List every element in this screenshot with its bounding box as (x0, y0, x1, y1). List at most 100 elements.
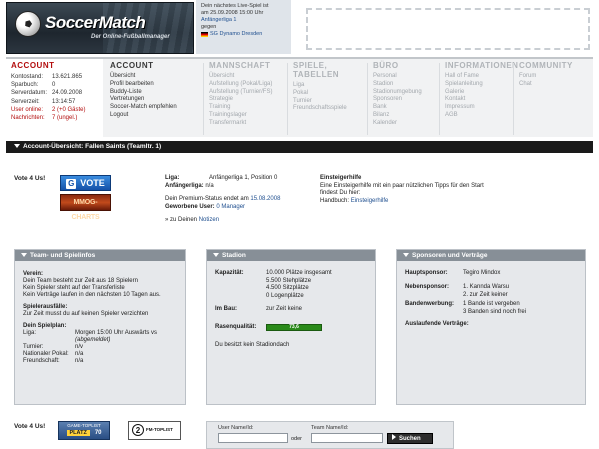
account-status-panel: ACCOUNT Kontostand: 13.621.865 Sparbuch: 0… (6, 59, 103, 137)
sponsor-header: Sponsoren und Verträge (397, 250, 585, 261)
live-league-link[interactable]: Anfängerliga 1 (201, 17, 286, 24)
nav-item-impressum[interactable]: Impressum (445, 104, 509, 112)
bandenwerbung-row: Bandenwerbung: 1 Bande ist vergeben 3 Band… (405, 301, 527, 316)
nav-informationen-title: INFORMATIONEN (445, 61, 519, 70)
geworbene-user-link[interactable]: 0 Manager (216, 204, 245, 210)
gvote-button[interactable]: G VOTE (60, 175, 111, 191)
nebensponsor-row: Nebensponsor: 1. Kannda Warsu 2. zur Zeit … (405, 283, 510, 298)
users-online-link[interactable]: User online: 2 (+0 Gäste) (11, 106, 98, 114)
oder-label: oder (291, 436, 303, 442)
nav-item-strategie[interactable]: Strategie (209, 96, 284, 104)
live-against: gegen (201, 24, 217, 30)
nav-item-kalender[interactable]: Kalender (373, 120, 435, 128)
nav-item-bilanz[interactable]: Bilanz (373, 112, 435, 120)
notizen-link[interactable]: Notizen (199, 217, 219, 223)
messages-link[interactable]: Nachrichten: 7 (ungel.) (11, 114, 98, 122)
server-time-row: Serverzeit: 13:14:57 (11, 98, 76, 105)
rasenqualitaet-row: Rasenqualität: 73,6 (215, 323, 367, 332)
hauptsponsor-row: Hauptsponsor: Tegiro Mindox (405, 270, 501, 276)
einsteigerhilfe-text1: Eine Einsteigerhilfe mit ein paar nützli… (320, 182, 484, 189)
nav-item-transfermarkt[interactable]: Transfermarkt (209, 120, 284, 128)
fm-toplist-button[interactable]: 2 FM-TOPLIST (128, 421, 181, 440)
vote-label-bottom: Vote 4 Us! (14, 423, 46, 430)
sponsor-box: Sponsoren und Verträge Hauptsponsor: Tegi… (396, 249, 586, 405)
triangle-down-icon (14, 144, 20, 148)
rasenqualitaet-bar: 73,6 (266, 323, 322, 331)
live-opponent-link[interactable]: SG Dynamo Dresden (201, 31, 286, 38)
nav-account-title: ACCOUNT (110, 61, 154, 70)
im-bau-row: Im Bau: zur Zeit keine (215, 306, 303, 313)
triangle-down-icon (21, 253, 27, 257)
team-name-label: Team Name/Id: (311, 425, 349, 431)
live-line2: am 25.09.2008 15:00 Uhr (201, 10, 264, 16)
ad-banner-placeholder (306, 8, 590, 50)
spielplan-row-liga: Liga: Morgen 15:00 Uhr Auswärts vs (abgeme… (23, 330, 158, 343)
g-logo-icon: G (66, 179, 77, 189)
kapazitaet-row: Kapazität: 10.000 Plätze insgesamt 5.500 S… (215, 270, 332, 299)
stadiondach-text: Du besitzt kein Stadiondach (215, 341, 290, 348)
account-status-title: ACCOUNT (11, 61, 55, 70)
page-title-bar: Account-Übersicht: Fallen Saints (Teamlt… (6, 141, 593, 153)
mmog-charts-button[interactable]: MMOG-CHARTS (60, 194, 111, 221)
game-toplist-button[interactable]: GAME-TOPLIST PLATZ 70 (58, 421, 110, 440)
germany-flag-icon (201, 32, 208, 37)
notizen-row: » zu Deinen Notizen (165, 217, 220, 223)
stadion-box: Stadion Kapazität: 10.000 Plätze insgesam… (206, 249, 376, 405)
overview-info: Liga: Anfängerliga 1, Position 0 Anfänger… (165, 175, 280, 225)
nav-item-personal[interactable]: Personal (373, 73, 435, 81)
nav-item-stadion[interactable]: Stadion (373, 81, 435, 89)
savings-row: Sparbuch: 0 (11, 82, 56, 89)
anfaengerliga-row: Anfängerliga: n/a (165, 182, 214, 189)
search-button[interactable]: Suchen (387, 433, 433, 444)
nav-item-aufstellung-turnier[interactable]: Aufstellung (Turnier/FS) (209, 89, 284, 97)
nav-item-stadionumgebung[interactable]: Stadionumgebung (373, 89, 435, 97)
nav-item-uebersicht[interactable]: Übersicht (110, 73, 197, 81)
nav-item-forum[interactable]: Forum (519, 73, 587, 81)
nav-account-menu: ACCOUNT Übersicht Profil bearbeiten Budd… (105, 59, 202, 137)
premium-date-link[interactable]: 15.08.2008 (250, 196, 280, 202)
logo-brand: SoccerMatch (45, 13, 146, 32)
soccermatch-logo[interactable]: SoccerMatch Der Online-Fußballmanager (6, 2, 194, 54)
main-content: Vote 4 Us! G VOTE MMOG-CHARTS Liga: Anfäng… (6, 153, 593, 449)
liga-row: Liga: Anfängerliga 1, Position 0 (165, 175, 278, 181)
nav-item-bank[interactable]: Bank (373, 104, 435, 112)
spielplan-row-freundschaft: Freundschaft: n/a (23, 358, 84, 364)
spielplan-title: Dein Spielplan: (23, 323, 67, 329)
verein-line: Dein Team besteht zur Zeit aus 18 Spiele… (23, 278, 138, 284)
nav-item-team-uebersicht[interactable]: Übersicht (209, 73, 284, 81)
soccer-ball-icon (15, 11, 41, 37)
einsteigerhilfe-link[interactable]: Einsteigerhilfe (351, 198, 389, 204)
fm-toplist-logo: 2 (132, 424, 144, 436)
nav-item-agb[interactable]: AGB (445, 112, 509, 120)
live-line1: Dein nächstes Live-Spiel ist (201, 3, 269, 9)
vote-label: Vote 4 Us! (14, 175, 46, 182)
nav-item-buddy-liste[interactable]: Buddy-Liste (110, 89, 197, 97)
nav-item-vertretungen[interactable]: Vertretungen (110, 96, 197, 104)
nav-item-profil[interactable]: Profil bearbeiten (110, 81, 197, 89)
logo-tagline: Der Online-Fußballmanager (91, 34, 170, 40)
nav-buero-menu: BÜRO Personal Stadion Stadionumgebung Sp… (368, 59, 440, 137)
nav-item-logout[interactable]: Logout (110, 112, 197, 120)
nav-item-kontakt[interactable]: Kontakt (445, 96, 509, 104)
server-date-row: Serverdatum: 24.09.2008 (11, 90, 83, 97)
nav-item-freundschaftsspiele[interactable]: Freundschaftsspiele (293, 105, 363, 113)
nav-item-trainingslager[interactable]: Trainingslager (209, 112, 284, 120)
einsteigerhilfe-title: Einsteigerhilfe (320, 175, 362, 181)
nav-item-liga[interactable]: Liga (293, 82, 363, 90)
nav-item-aufstellung-liga[interactable]: Aufstellung (Pokal/Liga) (209, 81, 284, 89)
premium-status: Dein Premium-Status endet am 15.08.2008 (165, 196, 281, 202)
nav-item-galerie[interactable]: Galerie (445, 89, 509, 97)
nav-item-hall-of-fame[interactable]: Hall of Fame (445, 73, 509, 81)
nav-item-sponsoren[interactable]: Sponsoren (373, 96, 435, 104)
user-name-input[interactable] (218, 433, 288, 443)
team-info-header: Team- und Spielinfos (15, 250, 185, 261)
team-name-input[interactable] (311, 433, 383, 443)
nav-item-turnier[interactable]: Turnier (293, 98, 363, 106)
nav-mannschaft-menu: MANNSCHAFT Übersicht Aufstellung (Pokal/… (204, 59, 289, 137)
nav-item-empfehlen[interactable]: Soccer-Match empfehlen (110, 104, 197, 112)
nav-spiele-title: SPIELE, TABELLEN (293, 61, 340, 79)
nav-item-chat[interactable]: Chat (519, 81, 587, 89)
nav-item-spielanleitung[interactable]: Spielanleitung (445, 81, 509, 89)
nav-item-training[interactable]: Training (209, 104, 284, 112)
nav-item-pokal[interactable]: Pokal (293, 90, 363, 98)
